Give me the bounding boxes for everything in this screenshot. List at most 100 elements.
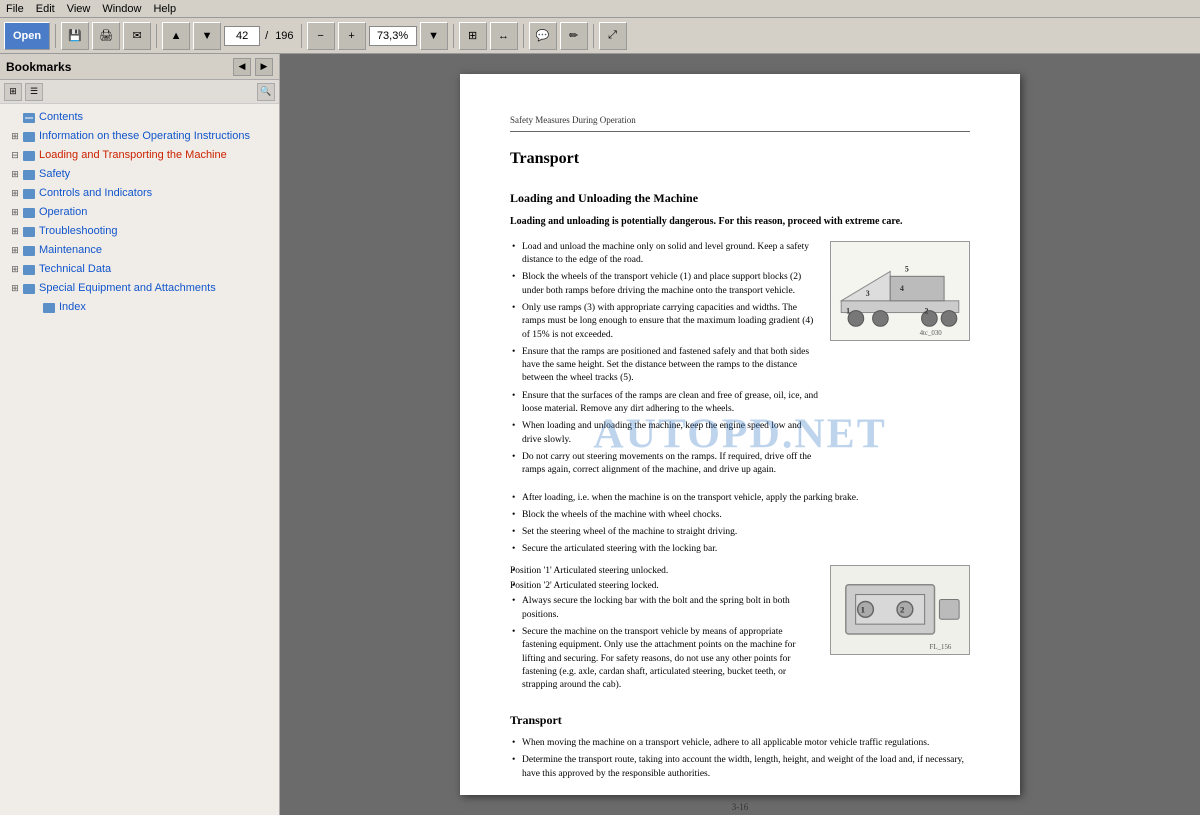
tree-item-controls[interactable]: ⊞ Controls and Indicators <box>0 184 279 203</box>
open-button[interactable]: Open <box>4 22 50 50</box>
zoom-out-button[interactable]: − <box>307 22 335 50</box>
icon-troubleshooting <box>22 225 36 239</box>
pdf-positions-content: Position '1' Articulated steering unlock… <box>510 565 970 697</box>
bullet-2: Block the wheels of the transport vehicl… <box>510 271 818 298</box>
tree-item-safety[interactable]: ⊞ Safety <box>0 165 279 184</box>
separator-4 <box>453 24 454 48</box>
tree-item-troubleshooting[interactable]: ⊞ Troubleshooting <box>0 222 279 241</box>
label-special: Special Equipment and Attachments <box>39 281 275 295</box>
icon-index <box>42 301 56 315</box>
tree-item-special[interactable]: ⊞ Special Equipment and Attachments <box>0 279 279 298</box>
expander-troubleshooting: ⊞ <box>8 225 22 239</box>
label-contents: Contents <box>39 110 275 124</box>
bookmarks-tree: Contents ⊞ Information on these Operatin… <box>0 104 279 815</box>
panel-options-button[interactable]: ▶ <box>255 58 273 76</box>
separator-3 <box>301 24 302 48</box>
zoom-dropdown-button[interactable]: ▼ <box>420 22 448 50</box>
label-operation: Operation <box>39 205 275 219</box>
pdf-image-column-1: 1 3 4 2 5 4tc_030 <box>830 241 970 482</box>
tree-item-contents[interactable]: Contents <box>0 108 279 127</box>
page-input[interactable] <box>224 26 260 46</box>
icon-special <box>22 282 36 296</box>
label-index: Index <box>59 300 275 314</box>
pdf-position-bullets: Position '1' Articulated steering unlock… <box>510 565 818 693</box>
tree-item-loading[interactable]: ⊟ Loading and Transporting the Machine <box>0 146 279 165</box>
content-area[interactable]: Safety Measures During Operation Transpo… <box>280 54 1200 815</box>
label-safety: Safety <box>39 167 275 181</box>
expander-special: ⊞ <box>8 282 22 296</box>
pdf-header: Safety Measures During Operation <box>510 114 970 132</box>
expander-operation: ⊞ <box>8 206 22 220</box>
panel-search-button[interactable]: 🔍 <box>257 83 275 101</box>
menu-window[interactable]: Window <box>102 3 141 15</box>
bullet-pos2: Position '2' Articulated steering locked… <box>510 580 818 593</box>
pdf-main-content: Load and unload the machine only on soli… <box>510 241 970 482</box>
expand-all-button[interactable]: ⊞ <box>4 83 22 101</box>
pdf-bullets: Load and unload the machine only on soli… <box>510 241 818 478</box>
pdf-transport-section: Transport When moving the machine on a t… <box>510 712 970 781</box>
pdf-subsection-title: Loading and Unloading the Machine <box>510 190 970 207</box>
bullet-9: Block the wheels of the machine with whe… <box>510 509 970 522</box>
menu-bar: File Edit View Window Help <box>0 0 1200 18</box>
tree-item-maintenance[interactable]: ⊞ Maintenance <box>0 241 279 260</box>
icon-operation <box>22 206 36 220</box>
menu-file[interactable]: File <box>6 3 24 15</box>
next-page-button[interactable]: ▼ <box>193 22 221 50</box>
panel-header: Bookmarks ◀ ▶ <box>0 54 279 80</box>
zoom-in-button[interactable]: + <box>338 22 366 50</box>
markup-button[interactable]: ✏ <box>560 22 588 50</box>
bullet-6: When loading and unloading the machine, … <box>510 420 818 447</box>
panel-menu-button[interactable]: ☰ <box>25 83 43 101</box>
icon-contents <box>22 111 36 125</box>
pdf-page: Safety Measures During Operation Transpo… <box>460 74 1020 795</box>
prev-page-button[interactable]: ▲ <box>162 22 190 50</box>
bullet-pos3: Always secure the locking bar with the b… <box>510 595 818 622</box>
label-loading: Loading and Transporting the Machine <box>39 148 275 162</box>
icon-maintenance <box>22 244 36 258</box>
pdf-section-title: Transport <box>510 148 970 170</box>
icon-safety <box>22 168 36 182</box>
fit-width-button[interactable]: ↔ <box>490 22 518 50</box>
tree-item-operation[interactable]: ⊞ Operation <box>0 203 279 222</box>
expander-maintenance: ⊞ <box>8 244 22 258</box>
label-technical: Technical Data <box>39 262 275 276</box>
tree-item-info[interactable]: ⊞ Information on these Operating Instruc… <box>0 127 279 146</box>
page-total: 196 <box>275 30 293 42</box>
menu-help[interactable]: Help <box>153 3 176 15</box>
tree-item-technical[interactable]: ⊞ Technical Data <box>0 260 279 279</box>
svg-text:2: 2 <box>900 605 905 615</box>
tree-item-index[interactable]: Index <box>0 298 279 317</box>
svg-text:1: 1 <box>846 306 850 315</box>
save-button[interactable]: 💾 <box>61 22 89 50</box>
print-button[interactable]: 🖨 <box>92 22 120 50</box>
svg-text:3: 3 <box>866 289 870 298</box>
pdf-image-column-2: 1 2 FL_156 <box>830 565 970 697</box>
zoom-input[interactable] <box>369 26 417 46</box>
label-troubleshooting: Troubleshooting <box>39 224 275 238</box>
separator-2 <box>156 24 157 48</box>
menu-view[interactable]: View <box>67 3 91 15</box>
fullscreen-button[interactable]: ⤢ <box>599 22 627 50</box>
svg-text:4: 4 <box>900 284 904 293</box>
email-button[interactable]: ✉ <box>123 22 151 50</box>
expander-controls: ⊞ <box>8 187 22 201</box>
label-info: Information on these Operating Instructi… <box>39 129 275 143</box>
bullet-7: Do not carry out steering movements on t… <box>510 451 818 478</box>
left-panel: Bookmarks ◀ ▶ ⊞ ☰ 🔍 Contents ⊞ <box>0 54 280 815</box>
page-separator: / <box>265 30 268 42</box>
panel-collapse-button[interactable]: ◀ <box>233 58 251 76</box>
icon-technical <box>22 263 36 277</box>
fit-page-button[interactable]: ⊞ <box>459 22 487 50</box>
image-box-2: 1 2 FL_156 <box>830 565 970 655</box>
bullet-4: Ensure that the ramps are positioned and… <box>510 346 818 386</box>
icon-info <box>22 130 36 144</box>
panel-header-icons: ◀ ▶ <box>233 58 273 76</box>
comment-button[interactable]: 💬 <box>529 22 557 50</box>
menu-edit[interactable]: Edit <box>36 3 55 15</box>
separator-1 <box>55 24 56 48</box>
pdf-bullets-continued: After loading, i.e. when the machine is … <box>510 492 970 557</box>
expander-index <box>28 301 42 315</box>
label-maintenance: Maintenance <box>39 243 275 257</box>
pdf-footer: 3-16 <box>510 801 970 814</box>
main-area: Bookmarks ◀ ▶ ⊞ ☰ 🔍 Contents ⊞ <box>0 54 1200 815</box>
